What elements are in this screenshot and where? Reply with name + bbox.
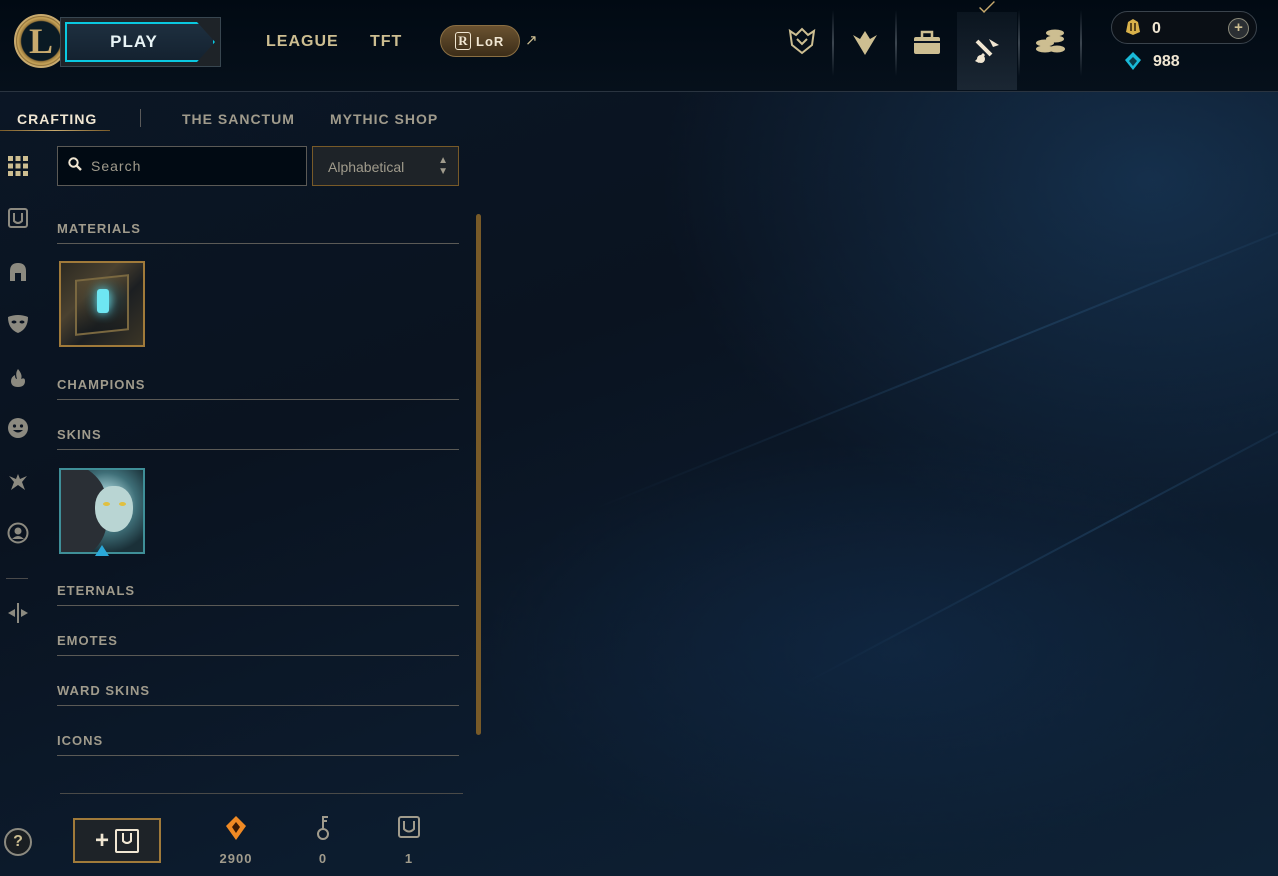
loot-list-scrollbar[interactable] [476,214,481,735]
emote-face-icon[interactable] [4,414,32,442]
category-skins[interactable]: SKINS [57,427,459,450]
rp-icon [1124,18,1142,41]
orange-essence-value: 2900 [219,851,253,866]
category-materials[interactable]: MATERIALS [57,221,459,244]
category-emotes[interactable]: EMOTES [57,633,459,656]
plus-icon: + [94,826,109,854]
rarity-gem-icon [95,545,109,556]
nav-divider [1018,10,1020,76]
collection-bag-icon[interactable] [899,14,955,70]
key-icon [293,815,353,845]
nav-divider [895,10,897,76]
skin-mask-icon[interactable] [4,310,32,338]
play-button-label[interactable]: PLAY [65,22,215,62]
worlds-trophy-icon[interactable] [774,14,830,70]
chest-icon [115,828,139,853]
nav-lor-button[interactable]: R LoR [440,25,520,57]
chest-counter: 1 [379,815,439,866]
category-eternals[interactable]: ETERNALS [57,583,459,606]
chest-icon [379,815,439,845]
skin-art-eye [119,502,126,506]
category-champions[interactable]: CHAMPIONS [57,377,459,400]
nav-league[interactable]: LEAGUE [266,33,339,51]
summoner-icon-filter-icon[interactable] [4,519,32,547]
blue-essence-icon [1124,51,1142,76]
updown-chevron-icon: ▲ ▼ [438,155,448,177]
search-icon [68,157,82,175]
store-coins-icon[interactable] [1022,14,1078,70]
all-loot-grid-icon[interactable] [4,152,32,180]
chest-value: 1 [404,851,414,866]
misc-arrows-icon[interactable] [4,599,32,627]
loot-item-material-chest[interactable] [59,261,145,347]
background-streak [592,171,1278,511]
ranked-wings-icon[interactable] [837,14,893,70]
sort-value: Alphabetical [328,159,405,175]
active-tab-underline [0,130,110,131]
nav-divider [832,10,834,76]
logo-letter: L [29,21,54,61]
play-button[interactable]: PLAY [60,17,221,67]
loot-item-skin-shard[interactable] [59,468,145,554]
search-input[interactable] [91,155,296,177]
tab-mythic-shop[interactable]: MYTHIC SHOP [330,111,438,127]
ward-icon[interactable] [4,467,32,495]
add-chest-button[interactable]: + [73,818,161,863]
category-icons[interactable]: ICONS [57,733,459,756]
nav-divider [1080,10,1082,76]
background-streak [800,355,1278,687]
orange-essence-counter: 2900 [206,815,266,866]
footer-divider [60,793,463,794]
eternals-flame-icon[interactable] [4,364,32,392]
rail-divider [6,578,28,579]
skin-art-face [95,486,133,532]
rp-value: 0 [1152,20,1161,37]
external-link-icon: ↗ [525,32,538,49]
chest-filter-icon[interactable] [4,204,32,232]
top-navigation-bar: L PLAY LEAGUE TFT R LoR ↗ 0 + 988 [0,0,1278,92]
orange-essence-icon [206,815,266,845]
subnav-divider [140,109,141,127]
loot-crafting-icon[interactable] [957,12,1017,90]
active-tab-indicator [979,0,995,13]
category-ward-skins[interactable]: WARD SKINS [57,683,459,706]
sort-dropdown[interactable]: Alphabetical ▲ ▼ [312,146,459,186]
tab-crafting[interactable]: CRAFTING [17,111,97,127]
blue-essence-value: 988 [1153,53,1180,70]
help-button[interactable]: ? [4,828,32,856]
rp-balance: 0 + [1111,11,1257,44]
lor-label: LoR [476,33,505,49]
buy-rp-button[interactable]: + [1228,18,1249,39]
chest-glow [97,289,109,313]
champion-helmet-icon[interactable] [4,258,32,286]
skin-art-eye [103,502,110,506]
tab-the-sanctum[interactable]: THE SANCTUM [182,111,295,127]
key-value: 0 [318,851,328,866]
search-field[interactable] [57,146,307,186]
lor-logo-icon: R [455,32,471,50]
key-counter: 0 [293,815,353,866]
nav-tft[interactable]: TFT [370,33,402,51]
